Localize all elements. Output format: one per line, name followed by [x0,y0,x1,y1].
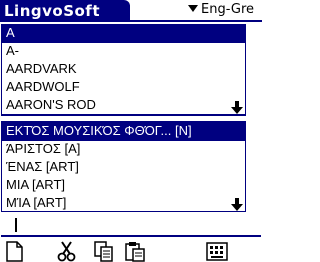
dropdown-triangle-icon [188,5,198,12]
headword-item[interactable]: AARON'S ROD [2,97,245,114]
translation-item[interactable]: ΜΙΑ [ART] [2,177,245,195]
translation-item[interactable]: ΜΊΑ [ART] [2,195,245,211]
search-input[interactable] [1,215,261,237]
keyboard-icon[interactable] [206,241,228,262]
scroll-down-arrow-icon[interactable] [231,99,243,114]
translation-item[interactable]: ΕΚΤΌΣ ΜΟΥΣΙΚΌΣ ΦΘΌΓ... [N] [2,123,245,141]
scroll-down-arrow-icon[interactable] [231,196,243,211]
headword-item[interactable]: AARDWOLF [2,79,245,97]
app-title[interactable]: LingvoSoft [0,0,130,22]
headword-item[interactable]: A [2,25,245,43]
text-cursor [15,218,17,232]
dictionary-select[interactable]: Eng-Gre [186,0,262,20]
toolbar [0,240,262,262]
headword-item[interactable]: AARDVARK [2,61,245,79]
title-bar: LingvoSoft Eng-Gre [0,0,262,22]
headword-item[interactable]: A- [2,43,245,61]
headword-list[interactable]: A A- AARDVARK AARDWOLF AARON'S ROD [1,24,246,116]
new-icon[interactable] [4,241,26,262]
paste-icon[interactable] [124,241,146,262]
translation-list[interactable]: ΕΚΤΌΣ ΜΟΥΣΙΚΌΣ ΦΘΌΓ... [N] ΆΡΙΣΤΟΣ [A] Έ… [1,121,246,212]
title-divider [0,20,262,22]
copy-icon[interactable] [93,241,115,262]
dictionary-select-label: Eng-Gre [201,2,255,17]
translation-item[interactable]: ΆΡΙΣΤΟΣ [A] [2,141,245,159]
translation-item[interactable]: ΈΝΑΣ [ART] [2,159,245,177]
cut-icon[interactable] [56,241,78,262]
